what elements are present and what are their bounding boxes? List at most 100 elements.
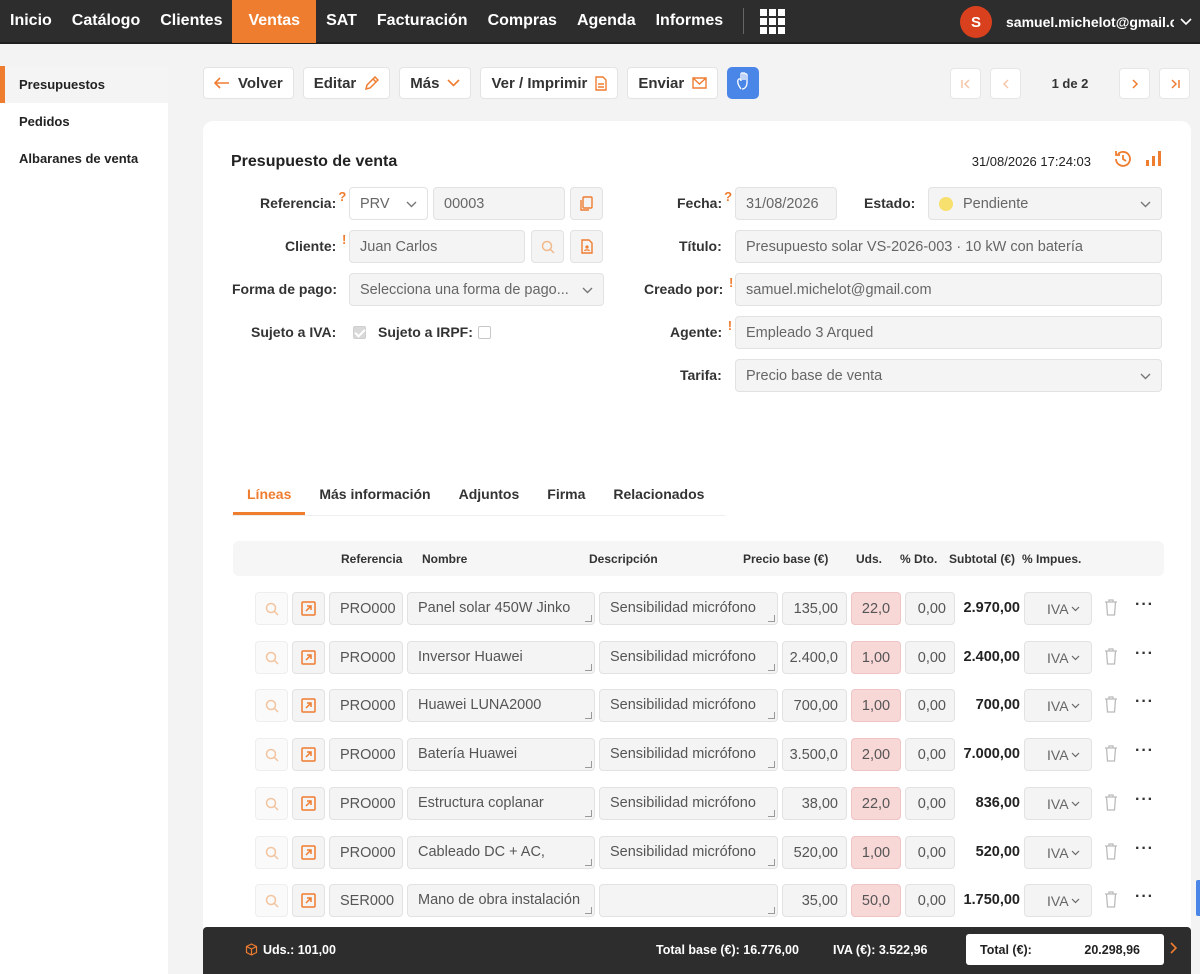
line-qty-field[interactable]: 1,00 <box>851 836 901 869</box>
search-icon[interactable] <box>255 836 288 869</box>
line-reference-field[interactable]: PRO000 <box>329 738 403 771</box>
open-external-icon[interactable] <box>292 689 325 722</box>
line-price-field[interactable]: 3.500,0 <box>782 738 847 771</box>
line-discount-field[interactable]: 0,00 <box>905 641 955 674</box>
scroll-handle[interactable] <box>1196 880 1200 916</box>
line-reference-field[interactable]: PRO000 <box>329 787 403 820</box>
trash-icon[interactable] <box>1104 696 1118 718</box>
trash-icon[interactable] <box>1104 599 1118 621</box>
line-description-field[interactable]: Sensibilidad micrófono <box>599 689 778 722</box>
nav-catalogo[interactable]: Catálogo <box>62 0 150 43</box>
open-external-icon[interactable] <box>292 592 325 625</box>
line-qty-field[interactable]: 2,00 <box>851 738 901 771</box>
client-field[interactable]: Juan Carlos <box>349 230 525 263</box>
line-tax-select[interactable]: IVA <box>1024 836 1092 869</box>
edit-button[interactable]: Editar <box>302 67 391 99</box>
nav-facturacion[interactable]: Facturación <box>367 0 478 43</box>
more-button[interactable]: Más <box>399 67 472 99</box>
last-page-button[interactable] <box>1159 68 1190 99</box>
line-tax-select[interactable]: IVA <box>1024 641 1092 674</box>
line-discount-field[interactable]: 0,00 <box>905 738 955 771</box>
line-reference-field[interactable]: PRO000 <box>329 836 403 869</box>
nav-agenda[interactable]: Agenda <box>567 0 646 43</box>
line-price-field[interactable]: 520,00 <box>782 836 847 869</box>
tab-adjuntos[interactable]: Adjuntos <box>445 483 534 515</box>
more-options-icon[interactable]: ··· <box>1135 645 1154 663</box>
history-icon[interactable] <box>1113 149 1133 174</box>
line-name-field[interactable]: Estructura coplanar <box>407 787 595 820</box>
date-field[interactable]: 31/08/2026 <box>735 187 837 220</box>
line-qty-field[interactable]: 1,00 <box>851 689 901 722</box>
line-discount-field[interactable]: 0,00 <box>905 689 955 722</box>
trash-icon[interactable] <box>1104 794 1118 816</box>
line-reference-field[interactable]: PRO000 <box>329 641 403 674</box>
more-options-icon[interactable]: ··· <box>1135 840 1154 858</box>
copy-button[interactable] <box>570 187 603 220</box>
reference-series-select[interactable]: PRV <box>349 187 428 220</box>
line-tax-select[interactable]: IVA <box>1024 884 1092 917</box>
line-reference-field[interactable]: PRO000 <box>329 689 403 722</box>
line-price-field[interactable]: 700,00 <box>782 689 847 722</box>
nav-clientes[interactable]: Clientes <box>150 0 232 43</box>
line-name-field[interactable]: Mano de obra instalación <box>407 884 595 917</box>
nav-sat[interactable]: SAT <box>316 0 367 43</box>
line-discount-field[interactable]: 0,00 <box>905 884 955 917</box>
reference-number-field[interactable]: 00003 <box>433 187 565 220</box>
user-menu[interactable]: S samuel.michelot@gmail.com <box>960 0 1200 44</box>
line-description-field[interactable]: Sensibilidad micrófono <box>599 787 778 820</box>
agent-field[interactable]: Empleado 3 Arqued <box>735 316 1162 349</box>
line-description-field[interactable]: Sensibilidad micrófono <box>599 641 778 674</box>
line-qty-field[interactable]: 22,0 <box>851 592 901 625</box>
send-button[interactable]: Enviar <box>627 67 719 99</box>
sidebar-item-albaranes[interactable]: Albaranes de venta <box>0 140 168 177</box>
signature-button[interactable] <box>727 67 760 99</box>
nav-inicio[interactable]: Inicio <box>0 0 62 43</box>
trash-icon[interactable] <box>1104 843 1118 865</box>
line-name-field[interactable]: Batería Huawei <box>407 738 595 771</box>
line-qty-field[interactable]: 1,00 <box>851 641 901 674</box>
apps-grid-icon[interactable] <box>760 8 786 34</box>
line-discount-field[interactable]: 0,00 <box>905 836 955 869</box>
status-select[interactable]: Pendiente <box>928 187 1162 220</box>
line-tax-select[interactable]: IVA <box>1024 689 1092 722</box>
chevron-right-icon[interactable] <box>1169 941 1178 957</box>
sidebar-item-presupuestos[interactable]: Presupuestos <box>0 66 168 103</box>
line-description-field[interactable]: Sensibilidad micrófono <box>599 738 778 771</box>
line-reference-field[interactable]: SER000 <box>329 884 403 917</box>
line-discount-field[interactable]: 0,00 <box>905 592 955 625</box>
client-card-button[interactable] <box>570 230 603 263</box>
line-description-field[interactable]: Sensibilidad micrófono <box>599 836 778 869</box>
search-icon[interactable] <box>255 641 288 674</box>
nav-ventas[interactable]: Ventas <box>232 0 317 43</box>
open-external-icon[interactable] <box>292 836 325 869</box>
avatar[interactable]: S <box>960 6 992 38</box>
first-page-button[interactable] <box>950 68 981 99</box>
trash-icon[interactable] <box>1104 745 1118 767</box>
line-name-field[interactable]: Inversor Huawei <box>407 641 595 674</box>
next-page-button[interactable] <box>1119 68 1150 99</box>
line-tax-select[interactable]: IVA <box>1024 738 1092 771</box>
line-reference-field[interactable]: PRO000 <box>329 592 403 625</box>
trash-icon[interactable] <box>1104 648 1118 670</box>
open-external-icon[interactable] <box>292 884 325 917</box>
line-tax-select[interactable]: IVA <box>1024 787 1092 820</box>
line-price-field[interactable]: 38,00 <box>782 787 847 820</box>
more-options-icon[interactable]: ··· <box>1135 693 1154 711</box>
line-tax-select[interactable]: IVA <box>1024 592 1092 625</box>
line-qty-field[interactable]: 50,0 <box>851 884 901 917</box>
open-external-icon[interactable] <box>292 641 325 674</box>
line-name-field[interactable]: Huawei LUNA2000 <box>407 689 595 722</box>
line-description-field[interactable]: Sensibilidad micrófono <box>599 592 778 625</box>
iva-checkbox[interactable] <box>353 326 366 339</box>
tariff-select[interactable]: Precio base de venta <box>735 359 1162 392</box>
tab-lineas[interactable]: Líneas <box>233 483 306 515</box>
chevron-down-icon[interactable] <box>1180 18 1200 26</box>
line-price-field[interactable]: 35,00 <box>782 884 847 917</box>
search-icon[interactable] <box>255 738 288 771</box>
line-qty-field[interactable]: 22,0 <box>851 787 901 820</box>
search-icon[interactable] <box>255 689 288 722</box>
bar-chart-icon[interactable] <box>1145 149 1163 174</box>
line-price-field[interactable]: 135,00 <box>782 592 847 625</box>
tab-relacionados[interactable]: Relacionados <box>599 483 718 515</box>
trash-icon[interactable] <box>1104 891 1118 913</box>
